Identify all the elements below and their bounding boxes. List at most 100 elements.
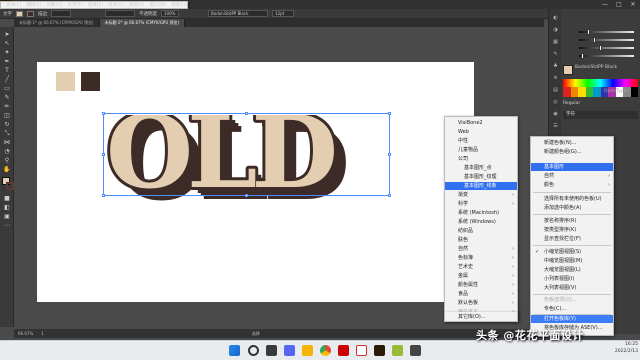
options-item[interactable]: 自然 › — [531, 172, 613, 180]
options-item-checked[interactable]: ✓ 小缩览图视图(S) — [531, 248, 613, 256]
color-panel-icon[interactable]: ◐ — [552, 15, 559, 22]
menu-window[interactable]: 窗口(W) — [149, 2, 166, 8]
stroke-swatch[interactable] — [27, 10, 34, 17]
file-explorer-icon[interactable] — [302, 345, 313, 356]
slider-thumb[interactable] — [599, 45, 602, 51]
type-tool-icon[interactable]: T — [3, 67, 11, 74]
slider-thumb[interactable] — [581, 53, 584, 59]
direct-selection-tool-icon[interactable]: ↖ — [3, 40, 11, 47]
color-slider-c[interactable] — [579, 29, 634, 35]
menu-edit[interactable]: 编辑(E) — [26, 2, 41, 8]
library-item[interactable]: 自然 › — [445, 245, 517, 253]
shape-builder-tool-icon[interactable]: ◔ — [3, 148, 11, 155]
library-item[interactable]: VisiBone2 — [445, 119, 517, 127]
options-item[interactable]: 大缩览图视图(L) — [531, 266, 613, 274]
library-item[interactable]: Web — [445, 128, 517, 136]
pen-tool-icon[interactable]: ✒ — [3, 58, 11, 65]
handle-bottom-right[interactable] — [388, 194, 391, 197]
stroke-color-box[interactable] — [6, 182, 14, 190]
close-button[interactable]: ✕ — [626, 0, 640, 9]
menu-help[interactable]: 帮助(H) — [171, 2, 187, 8]
line-tool-icon[interactable]: ╱ — [3, 76, 11, 83]
color-slider-m[interactable] — [579, 37, 634, 43]
handle-top-right[interactable] — [388, 112, 391, 115]
slider-thumb[interactable] — [587, 29, 590, 35]
library-item[interactable]: 基本图形_点 — [445, 164, 517, 172]
hand-tool-icon[interactable]: ✋ — [3, 166, 11, 173]
rotate-tool-icon[interactable]: ↻ — [3, 121, 11, 128]
library-item[interactable]: 儿童物品 — [445, 146, 517, 154]
widgets-icon[interactable] — [284, 345, 295, 356]
library-item[interactable]: 色标簿 › — [445, 254, 517, 262]
library-item[interactable]: 基本图形_纹理 — [445, 173, 517, 181]
library-item[interactable]: 肤色 — [445, 236, 517, 244]
width-tool-icon[interactable]: ⋈ — [3, 139, 11, 146]
options-item[interactable]: 大列表视图(V) — [531, 284, 613, 292]
eraser-tool-icon[interactable]: ◫ — [3, 112, 11, 119]
library-item[interactable]: 中性 — [445, 137, 517, 145]
color-spectrum[interactable] — [563, 79, 638, 87]
menu-select[interactable]: 选择(S) — [88, 2, 103, 8]
menu-view[interactable]: 视图(V) — [129, 2, 145, 8]
app-icon-2[interactable] — [410, 345, 421, 356]
options-item[interactable]: 新建色板(N)... — [531, 139, 613, 147]
other-library-item[interactable]: 其它库(O)... — [445, 313, 517, 321]
screen-mode-icon[interactable]: ▣ — [3, 213, 11, 220]
gradient-panel-icon[interactable]: ▤ — [552, 87, 559, 94]
maximize-button[interactable]: □ — [612, 0, 626, 9]
font-size-field[interactable]: 12pt — [272, 10, 294, 17]
color-slider-y[interactable] — [579, 45, 634, 51]
library-item[interactable]: 颜色属性 › — [445, 281, 517, 289]
stroke-panel-icon[interactable]: ≡ — [552, 75, 559, 82]
options-item[interactable]: 新建颜色组(G)... — [531, 148, 613, 156]
options-item[interactable]: 按类型排序(K) — [531, 226, 613, 234]
handle-middle-right[interactable] — [388, 153, 391, 156]
options-item[interactable]: 颜色 › — [531, 181, 613, 189]
color-slider-k[interactable] — [579, 53, 634, 59]
layers-panel-icon[interactable]: ☰ — [552, 123, 559, 130]
library-item[interactable]: 纺织品 — [445, 227, 517, 235]
paintbrush-tool-icon[interactable]: ✎ — [3, 94, 11, 101]
library-item[interactable]: 渐变 › — [445, 191, 517, 199]
options-item[interactable]: 显示查找栏位(F) — [531, 235, 613, 243]
search-icon[interactable] — [248, 345, 259, 356]
swatch-light[interactable] — [56, 72, 75, 91]
options-item-highlighted[interactable]: 基本图形 — [531, 163, 613, 171]
options-item[interactable]: 选择所有未使用的色板(U) — [531, 195, 613, 203]
options-item[interactable]: 中缩览图视图(M) — [531, 257, 613, 265]
opentype-tab[interactable]: OpenType — [604, 89, 626, 94]
handle-bottom-center[interactable] — [245, 194, 248, 197]
pencil-tool-icon[interactable]: ✏ — [3, 103, 11, 110]
swatches-panel-icon[interactable]: ▦ — [552, 39, 559, 46]
character-panel-tab[interactable]: 字符 — [563, 111, 638, 119]
menu-file[interactable]: 文件(F) — [6, 2, 21, 8]
menu-type[interactable]: 文字(T) — [68, 2, 83, 8]
library-item[interactable]: 公司 — [445, 155, 517, 163]
opacity-field[interactable]: 100% — [161, 10, 179, 17]
appearance-panel-icon[interactable]: ◉ — [552, 111, 559, 118]
swatch-dark[interactable] — [81, 72, 100, 91]
handle-bottom-left[interactable] — [102, 194, 105, 197]
slider-thumb[interactable] — [593, 37, 596, 43]
library-item[interactable]: 科学 › — [445, 200, 517, 208]
options-item-open-library[interactable]: 打开色板库(Y) — [531, 315, 613, 323]
tab-document-1[interactable]: 未标题-1* @ 66.67% (CMYK/GPU 预览) — [14, 19, 100, 27]
color-guide-icon[interactable]: ◑ — [552, 27, 559, 34]
options-item[interactable]: 专色(C)... — [531, 305, 613, 313]
chrome-icon[interactable] — [320, 345, 331, 356]
handle-top-center[interactable] — [245, 112, 248, 115]
task-view-icon[interactable] — [266, 345, 277, 356]
options-item[interactable]: 添加选中颜色(A) — [531, 204, 613, 212]
wps-icon[interactable] — [356, 345, 367, 356]
font-family-field[interactable]: BodoniStdPP Black — [208, 10, 268, 17]
fill-stroke-indicator[interactable] — [2, 177, 14, 191]
menu-effect[interactable]: 效果(C) — [108, 2, 124, 8]
library-item[interactable]: 系统 (Macintosh) — [445, 209, 517, 217]
netease-icon[interactable] — [338, 345, 349, 356]
system-clock[interactable]: 16:25 2022/2/13 — [588, 341, 638, 355]
eyedropper-tool-icon[interactable]: ⚲ — [3, 157, 11, 164]
brushes-panel-icon[interactable]: ✎ — [552, 51, 559, 58]
zoom-level[interactable]: 66.67% — [18, 331, 33, 336]
menu-object[interactable]: 对象(O) — [46, 2, 62, 8]
artboard-number[interactable]: 1 — [41, 331, 44, 336]
